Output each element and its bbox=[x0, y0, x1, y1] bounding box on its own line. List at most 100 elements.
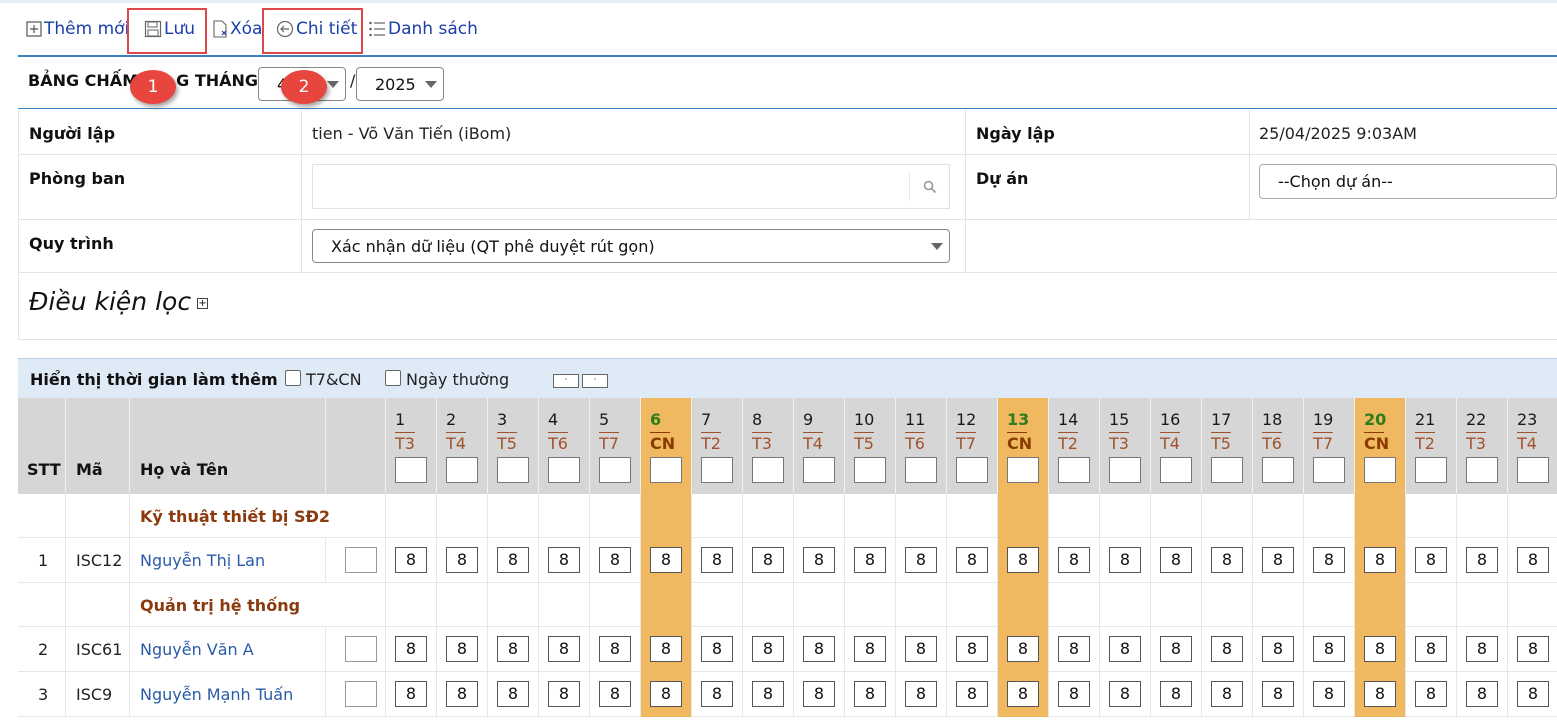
hours-input[interactable]: 8 bbox=[1262, 681, 1294, 707]
day-header-input[interactable] bbox=[1313, 457, 1345, 483]
hours-input[interactable]: 8 bbox=[446, 636, 478, 662]
hours-input[interactable]: 8 bbox=[854, 636, 886, 662]
day-header-input[interactable] bbox=[1415, 457, 1447, 483]
hours-input[interactable]: 8 bbox=[1466, 547, 1498, 573]
day-header-input[interactable] bbox=[803, 457, 835, 483]
hours-input[interactable]: 8 bbox=[1007, 547, 1039, 573]
hours-input[interactable]: 8 bbox=[395, 681, 427, 707]
hours-input[interactable]: 8 bbox=[1211, 681, 1243, 707]
hours-input[interactable]: 8 bbox=[803, 547, 835, 573]
hours-input[interactable]: 8 bbox=[1058, 547, 1090, 573]
day-header-input[interactable] bbox=[854, 457, 886, 483]
hours-input[interactable]: 8 bbox=[1007, 681, 1039, 707]
day-header-input[interactable] bbox=[1211, 457, 1243, 483]
hours-input[interactable]: 8 bbox=[1313, 681, 1345, 707]
hours-input[interactable]: 8 bbox=[1211, 547, 1243, 573]
year-select[interactable]: 2025 bbox=[356, 67, 444, 101]
hours-input[interactable]: 8 bbox=[1415, 547, 1447, 573]
hours-input[interactable]: 8 bbox=[446, 547, 478, 573]
day-header-input[interactable] bbox=[599, 457, 631, 483]
day-header-input[interactable] bbox=[905, 457, 937, 483]
hours-input[interactable]: 8 bbox=[752, 681, 784, 707]
hours-input[interactable]: 8 bbox=[548, 636, 580, 662]
hours-input[interactable]: 8 bbox=[650, 636, 682, 662]
hours-input[interactable]: 8 bbox=[497, 681, 529, 707]
hours-input[interactable]: 8 bbox=[1262, 636, 1294, 662]
row-extra-input[interactable] bbox=[345, 547, 377, 573]
hours-input[interactable]: 8 bbox=[1160, 636, 1192, 662]
list-button[interactable]: Danh sách bbox=[368, 14, 478, 44]
day-header-input[interactable] bbox=[1364, 457, 1396, 483]
employee-name-link[interactable]: Nguyễn Mạnh Tuấn bbox=[140, 685, 293, 704]
department-input[interactable] bbox=[312, 164, 950, 209]
day-header-input[interactable] bbox=[650, 457, 682, 483]
day-header-input[interactable] bbox=[497, 457, 529, 483]
day-header-input[interactable] bbox=[1517, 457, 1549, 483]
day-header-input[interactable] bbox=[1466, 457, 1498, 483]
hours-input[interactable]: 8 bbox=[1415, 681, 1447, 707]
hours-input[interactable]: 8 bbox=[599, 636, 631, 662]
hours-input[interactable]: 8 bbox=[650, 547, 682, 573]
hours-input[interactable]: 8 bbox=[956, 547, 988, 573]
scroll-left-button[interactable]: · bbox=[553, 374, 579, 388]
hours-input[interactable]: 8 bbox=[1517, 636, 1549, 662]
hours-input[interactable]: 8 bbox=[701, 636, 733, 662]
hours-input[interactable]: 8 bbox=[650, 681, 682, 707]
hours-input[interactable]: 8 bbox=[701, 681, 733, 707]
hours-input[interactable]: 8 bbox=[1058, 636, 1090, 662]
add-button[interactable]: Thêm mới bbox=[26, 14, 129, 44]
scroll-right-button[interactable]: · bbox=[582, 374, 608, 388]
hours-input[interactable]: 8 bbox=[803, 636, 835, 662]
hours-input[interactable]: 8 bbox=[1058, 681, 1090, 707]
day-header-input[interactable] bbox=[548, 457, 580, 483]
day-header-input[interactable] bbox=[1109, 457, 1141, 483]
hours-input[interactable]: 8 bbox=[599, 547, 631, 573]
hours-input[interactable]: 8 bbox=[1364, 636, 1396, 662]
hours-input[interactable]: 8 bbox=[1160, 681, 1192, 707]
day-header-input[interactable] bbox=[446, 457, 478, 483]
hours-input[interactable]: 8 bbox=[1313, 636, 1345, 662]
hours-input[interactable]: 8 bbox=[1313, 547, 1345, 573]
hours-input[interactable]: 8 bbox=[395, 636, 427, 662]
day-header-input[interactable] bbox=[1160, 457, 1192, 483]
hours-input[interactable]: 8 bbox=[446, 681, 478, 707]
hours-input[interactable]: 8 bbox=[548, 681, 580, 707]
weekday-checkbox[interactable] bbox=[385, 370, 401, 386]
hours-input[interactable]: 8 bbox=[956, 681, 988, 707]
employee-name-link[interactable]: Nguyễn Văn A bbox=[140, 640, 254, 659]
hours-input[interactable]: 8 bbox=[1109, 547, 1141, 573]
hours-input[interactable]: 8 bbox=[701, 547, 733, 573]
hours-input[interactable]: 8 bbox=[905, 547, 937, 573]
hours-input[interactable]: 8 bbox=[395, 547, 427, 573]
hours-input[interactable]: 8 bbox=[905, 636, 937, 662]
day-header-input[interactable] bbox=[701, 457, 733, 483]
hours-input[interactable]: 8 bbox=[1415, 636, 1447, 662]
employee-name-link[interactable]: Nguyễn Thị Lan bbox=[140, 551, 265, 570]
hours-input[interactable]: 8 bbox=[1517, 681, 1549, 707]
day-header-input[interactable] bbox=[1262, 457, 1294, 483]
hours-input[interactable]: 8 bbox=[1109, 636, 1141, 662]
hours-input[interactable]: 8 bbox=[803, 681, 835, 707]
weekend-checkbox[interactable] bbox=[285, 370, 301, 386]
row-extra-input[interactable] bbox=[345, 681, 377, 707]
project-select[interactable]: --Chọn dự án-- bbox=[1259, 164, 1557, 199]
hours-input[interactable]: 8 bbox=[905, 681, 937, 707]
search-button[interactable] bbox=[909, 173, 949, 201]
hours-input[interactable]: 8 bbox=[1466, 681, 1498, 707]
day-header-input[interactable] bbox=[752, 457, 784, 483]
expand-plus-icon[interactable]: + bbox=[197, 297, 209, 309]
hours-input[interactable]: 8 bbox=[1364, 681, 1396, 707]
day-header-input[interactable] bbox=[1007, 457, 1039, 483]
hours-input[interactable]: 8 bbox=[1160, 547, 1192, 573]
hours-input[interactable]: 8 bbox=[854, 547, 886, 573]
hours-input[interactable]: 8 bbox=[1466, 636, 1498, 662]
hours-input[interactable]: 8 bbox=[854, 681, 886, 707]
delete-button[interactable]: Xóa bbox=[212, 14, 262, 44]
hours-input[interactable]: 8 bbox=[1007, 636, 1039, 662]
day-header-input[interactable] bbox=[1058, 457, 1090, 483]
row-extra-input[interactable] bbox=[345, 636, 377, 662]
hours-input[interactable]: 8 bbox=[1364, 547, 1396, 573]
hours-input[interactable]: 8 bbox=[1211, 636, 1243, 662]
day-header-input[interactable] bbox=[395, 457, 427, 483]
day-header-input[interactable] bbox=[956, 457, 988, 483]
